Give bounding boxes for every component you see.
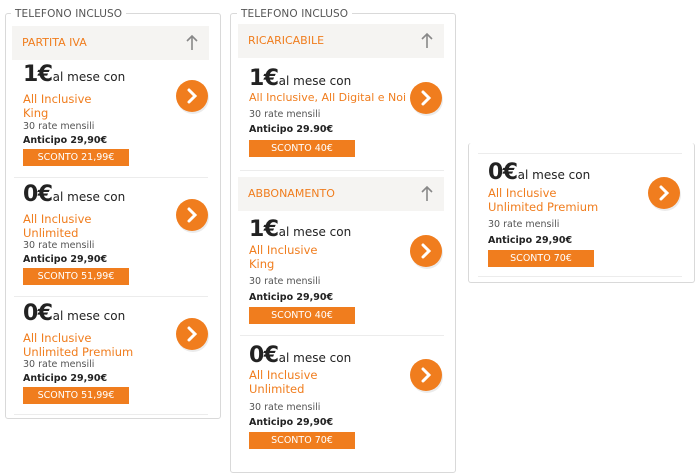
category-title: PARTITA IVA [22, 36, 87, 49]
chevron-right-icon[interactable] [410, 82, 442, 114]
chevron-right-icon[interactable] [648, 177, 680, 209]
arrow-up-icon[interactable] [420, 32, 434, 50]
price-suffix: al mese con [52, 70, 126, 84]
chevron-right-icon[interactable] [410, 235, 442, 267]
panel-legend: TELEFONO INCLUSO [11, 6, 127, 22]
discount-badge: SCONTO 70€ [249, 432, 355, 449]
category-title: ABBONAMENTO [248, 187, 335, 200]
offer-card: 1€al mese con All Inclusive King 30 rate… [23, 62, 208, 172]
down-payment-text: Anticipo 29,90€ [23, 135, 108, 146]
installments-text: 30 rate mensili [249, 276, 321, 287]
down-payment-text: Anticipo 29,90€ [23, 254, 108, 265]
installments-text: 30 rate mensili [249, 109, 321, 120]
category-header-partita-iva[interactable]: PARTITA IVA [12, 26, 209, 60]
price-suffix: al mese con [278, 351, 352, 365]
plan-name[interactable]: All Inclusive King [23, 92, 91, 120]
chevron-right-icon[interactable] [176, 318, 208, 350]
installments-text: 30 rate mensili [23, 359, 95, 370]
divider [478, 276, 682, 277]
installments-text: 30 rate mensili [488, 219, 560, 230]
installments-text: 30 rate mensili [249, 402, 321, 413]
price-amount: 1€ [249, 66, 279, 91]
divider [14, 177, 208, 178]
chevron-right-icon[interactable] [176, 199, 208, 231]
plan-name[interactable]: All Inclusive Unlimited Premium [23, 331, 133, 359]
category-header-ricaricabile[interactable]: RICARICABILE [238, 24, 444, 58]
divider [240, 170, 444, 171]
chevron-right-icon[interactable] [410, 359, 442, 391]
price-amount: 0€ [249, 343, 279, 368]
discount-badge: SCONTO 21,99€ [23, 149, 129, 166]
plan-name[interactable]: All Inclusive Unlimited Premium [488, 186, 598, 214]
divider [240, 335, 444, 336]
down-payment-text: Anticipo 29,90€ [249, 417, 334, 428]
panel-legend: TELEFONO INCLUSO [237, 6, 353, 22]
divider [14, 414, 208, 415]
down-payment-text: Anticipo 29.90€ [249, 124, 334, 135]
arrow-up-icon[interactable] [185, 34, 199, 52]
arrow-up-icon[interactable] [420, 185, 434, 203]
installments-text: 30 rate mensili [23, 240, 95, 251]
price-amount: 0€ [23, 301, 53, 326]
price-suffix: al mese con [52, 190, 126, 204]
divider [478, 153, 682, 154]
price-amount: 0€ [23, 182, 53, 207]
discount-badge: SCONTO 51,99€ [23, 387, 129, 404]
price-suffix: al mese con [278, 225, 352, 239]
category-header-abbonamento[interactable]: ABBONAMENTO [238, 177, 444, 211]
plan-name[interactable]: All Inclusive King [249, 243, 317, 271]
discount-badge: SCONTO 70€ [488, 250, 594, 267]
divider [14, 296, 208, 297]
discount-badge: SCONTO 40€ [249, 140, 355, 157]
price-amount: 1€ [249, 217, 279, 242]
discount-badge: SCONTO 51,99€ [23, 268, 129, 285]
chevron-right-icon[interactable] [176, 80, 208, 112]
plan-name[interactable]: All Inclusive, All Digital e Noi [249, 91, 406, 105]
price-amount: 1€ [23, 62, 53, 87]
price-suffix: al mese con [278, 74, 352, 88]
plan-name[interactable]: All Inclusive Unlimited [23, 212, 91, 240]
category-title: RICARICABILE [248, 34, 325, 47]
discount-badge: SCONTO 40€ [249, 307, 355, 324]
price-amount: 0€ [488, 160, 518, 185]
offer-card: 1€al mese con All Inclusive King 30 rate… [249, 217, 439, 327]
down-payment-text: Anticipo 29,90€ [249, 292, 334, 303]
down-payment-text: Anticipo 29,90€ [23, 373, 108, 384]
plan-name[interactable]: All Inclusive Unlimited [249, 368, 317, 396]
price-suffix: al mese con [517, 168, 591, 182]
down-payment-text: Anticipo 29,90€ [488, 235, 573, 246]
installments-text: 30 rate mensili [23, 121, 95, 132]
price-suffix: al mese con [52, 309, 126, 323]
